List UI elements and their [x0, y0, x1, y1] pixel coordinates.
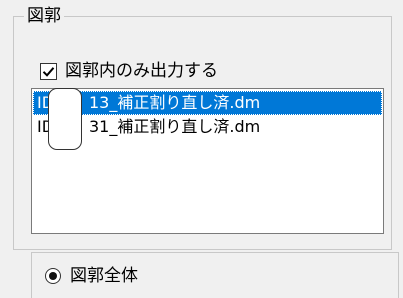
map-frame-group-title: 図郭 [24, 3, 64, 29]
frame-only-output-checkbox-row[interactable]: 図郭内のみ出力する [40, 58, 218, 84]
whole-frame-label: 図郭全体 [70, 266, 138, 286]
frame-only-output-checkbox[interactable] [40, 62, 57, 80]
whole-frame-radio[interactable] [45, 268, 61, 284]
whole-frame-radio-row[interactable]: 図郭全体 [45, 263, 138, 289]
frame-only-output-label: 図郭内のみ出力する [65, 61, 218, 81]
redaction-mask [48, 88, 82, 150]
checkmark-icon [42, 66, 55, 77]
list-item[interactable]: ID 31_補正割り直し済.dm [33, 115, 382, 139]
list-item[interactable]: ID 13_補正割り直し済.dm [33, 91, 382, 115]
file-listbox[interactable]: ID 13_補正割り直し済.dm ID 31_補正割り直し済.dm [31, 88, 384, 234]
radio-selected-dot [49, 272, 57, 280]
list-item-suffix: 31_補正割り直し済.dm [89, 117, 261, 136]
list-item-suffix: 13_補正割り直し済.dm [89, 93, 261, 112]
